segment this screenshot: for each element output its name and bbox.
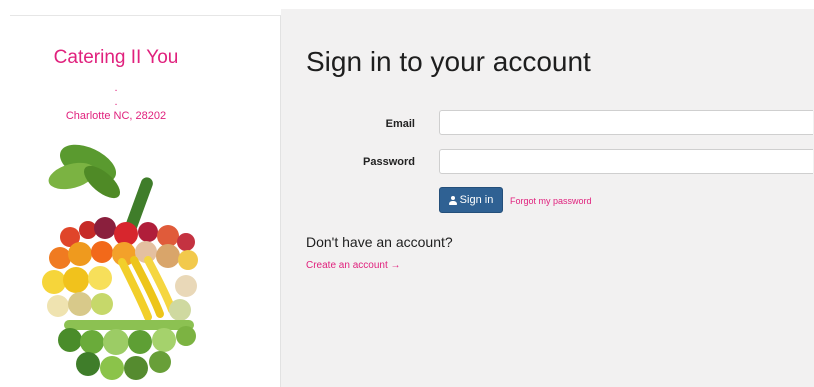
brand-name: Catering II You bbox=[53, 47, 179, 68]
address-line-2: . bbox=[114, 96, 118, 108]
user-icon bbox=[448, 195, 457, 205]
address-city-zip: Charlotte NC, 28202 bbox=[65, 110, 167, 122]
signin-panel: Sign in to your account Email Password S… bbox=[281, 9, 814, 387]
address-line-1: . bbox=[114, 82, 118, 94]
no-account-text: Don't have an account? bbox=[306, 234, 453, 250]
email-field[interactable] bbox=[439, 110, 813, 135]
vegetable-apple-image bbox=[42, 144, 198, 380]
password-label: Password bbox=[363, 156, 415, 168]
page-title: Sign in to your account bbox=[306, 46, 591, 77]
signin-button[interactable]: Sign in bbox=[439, 187, 503, 213]
create-account-link[interactable]: Create an account → bbox=[306, 260, 401, 271]
top-strip bbox=[0, 0, 814, 9]
password-field[interactable] bbox=[439, 149, 813, 174]
sidebar-panel: Catering II You . . Charlotte NC, 28202 bbox=[10, 15, 281, 387]
email-label: Email bbox=[385, 118, 415, 130]
forgot-password-link[interactable]: Forgot my password bbox=[510, 196, 592, 206]
signin-button-label: Sign in bbox=[459, 194, 494, 206]
